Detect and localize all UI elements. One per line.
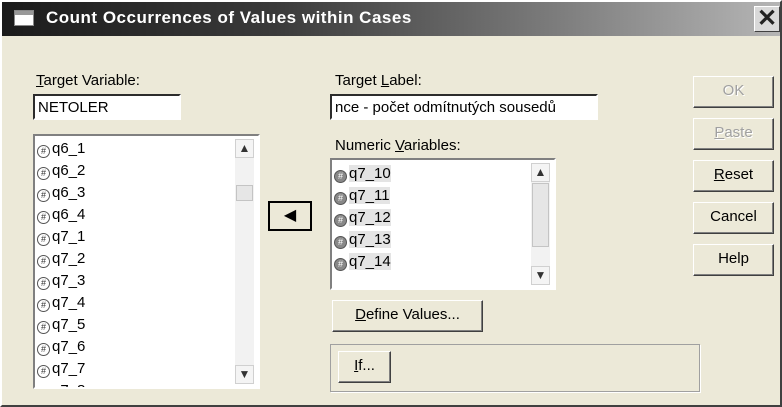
numeric-variable-icon: # [37, 365, 50, 378]
variable-name: q7_10 [349, 165, 391, 182]
numeric-variable-icon: # [37, 387, 50, 389]
scroll-up-arrow-icon[interactable]: ▲ [235, 139, 254, 158]
variable-name: q7_6 [52, 338, 86, 355]
move-variable-left-button[interactable]: ◀ [268, 201, 312, 231]
list-item[interactable]: # q6_2 [37, 160, 258, 182]
paste-button[interactable]: Paste [693, 118, 774, 150]
dialog-window: Count Occurrences of Values within Cases… [0, 0, 782, 407]
list-item[interactable]: # q6_1 [37, 138, 258, 160]
source-list-scrollbar[interactable]: ▲ ▼ [235, 139, 254, 384]
list-item[interactable]: # q7_3 [37, 270, 258, 292]
list-item[interactable]: # q7_13 [334, 229, 554, 251]
variable-name: q7_3 [52, 272, 86, 289]
if-button[interactable]: If... [338, 351, 391, 383]
list-item[interactable]: # q7_6 [37, 336, 258, 358]
scroll-thumb[interactable] [532, 183, 549, 247]
variable-name: q7_13 [349, 231, 391, 248]
variable-name: q6_2 [52, 162, 86, 179]
numeric-variables-list[interactable]: # q7_10 # q7_11 # q7_12 # q7_13 # q7_14 ▲ ▼ [330, 158, 556, 290]
variable-name: q7_7 [52, 360, 86, 377]
numeric-variable-icon: # [334, 236, 347, 249]
scroll-down-arrow-icon[interactable]: ▼ [235, 365, 254, 384]
variable-name: q7_11 [349, 187, 390, 204]
numeric-variable-icon: # [37, 211, 50, 224]
numeric-variable-icon: # [334, 170, 347, 183]
list-item[interactable]: # q7_10 [334, 163, 554, 185]
variable-name: q7_2 [52, 250, 86, 267]
target-label-label: Target Label: [335, 72, 422, 89]
list-item[interactable]: # q7_7 [37, 358, 258, 380]
scroll-thumb[interactable] [236, 185, 253, 201]
numeric-variable-icon: # [37, 321, 50, 334]
list-item[interactable]: # q7_4 [37, 292, 258, 314]
ok-button[interactable]: OK [693, 76, 774, 108]
close-button[interactable]: ✕ [754, 6, 780, 32]
variable-name: q7_8 [52, 382, 85, 387]
define-values-button[interactable]: Define Values... [332, 300, 483, 332]
numeric-variables-label: Numeric Variables: [335, 137, 461, 154]
numeric-list-scrollbar[interactable]: ▲ ▼ [531, 163, 550, 285]
numeric-variable-icon: # [37, 189, 50, 202]
variable-name: q6_3 [52, 184, 86, 201]
dialog-title: Count Occurrences of Values within Cases [46, 8, 412, 27]
help-button[interactable]: Help [693, 244, 774, 276]
scroll-down-arrow-icon[interactable]: ▼ [531, 266, 550, 285]
list-item[interactable]: # q7_1 [37, 226, 258, 248]
list-item[interactable]: # q7_2 [37, 248, 258, 270]
list-item[interactable]: # q7_5 [37, 314, 258, 336]
list-item[interactable]: # q6_3 [37, 182, 258, 204]
numeric-variable-icon: # [37, 167, 50, 180]
numeric-variable-icon: # [334, 192, 347, 205]
numeric-variable-icon: # [37, 233, 50, 246]
variable-name: q7_14 [349, 253, 391, 270]
list-item[interactable]: # q7_11 [334, 185, 554, 207]
target-variable-input[interactable]: NETOLER [33, 94, 181, 120]
variable-name: q7_4 [52, 294, 86, 311]
list-item[interactable]: # q6_4 [37, 204, 258, 226]
numeric-variable-icon: # [37, 145, 50, 158]
window-icon [14, 10, 34, 26]
cancel-button[interactable]: Cancel [693, 202, 774, 234]
list-item[interactable]: # q7_14 [334, 251, 554, 273]
variable-name: q6_4 [52, 206, 86, 223]
numeric-variable-icon: # [37, 299, 50, 312]
numeric-variable-icon: # [37, 277, 50, 290]
numeric-variable-icon: # [37, 255, 50, 268]
scroll-up-arrow-icon[interactable]: ▲ [531, 163, 550, 182]
list-item[interactable]: # q7_12 [334, 207, 554, 229]
numeric-variable-icon: # [37, 343, 50, 356]
reset-button[interactable]: Reset [693, 160, 774, 192]
numeric-variable-icon: # [334, 258, 347, 271]
target-variable-label: Target Variable: [36, 72, 140, 89]
variable-name: q7_5 [52, 316, 86, 333]
numeric-variable-icon: # [334, 214, 347, 227]
target-label-input[interactable]: nce - počet odmítnutých sousedů [330, 94, 598, 120]
variable-name: q7_12 [349, 209, 391, 226]
list-item[interactable]: #q7_8 [37, 380, 258, 389]
variable-name: q7_1 [52, 228, 86, 245]
arrow-left-icon: ◀ [283, 207, 297, 224]
variable-name: q6_1 [52, 140, 86, 157]
source-variable-list[interactable]: # q6_1 # q6_2 # q6_3 # q6_4 # q7_1 # q7_2 # q7_3 # q7_4… [33, 134, 260, 389]
title-bar[interactable]: Count Occurrences of Values within Cases… [2, 2, 780, 36]
